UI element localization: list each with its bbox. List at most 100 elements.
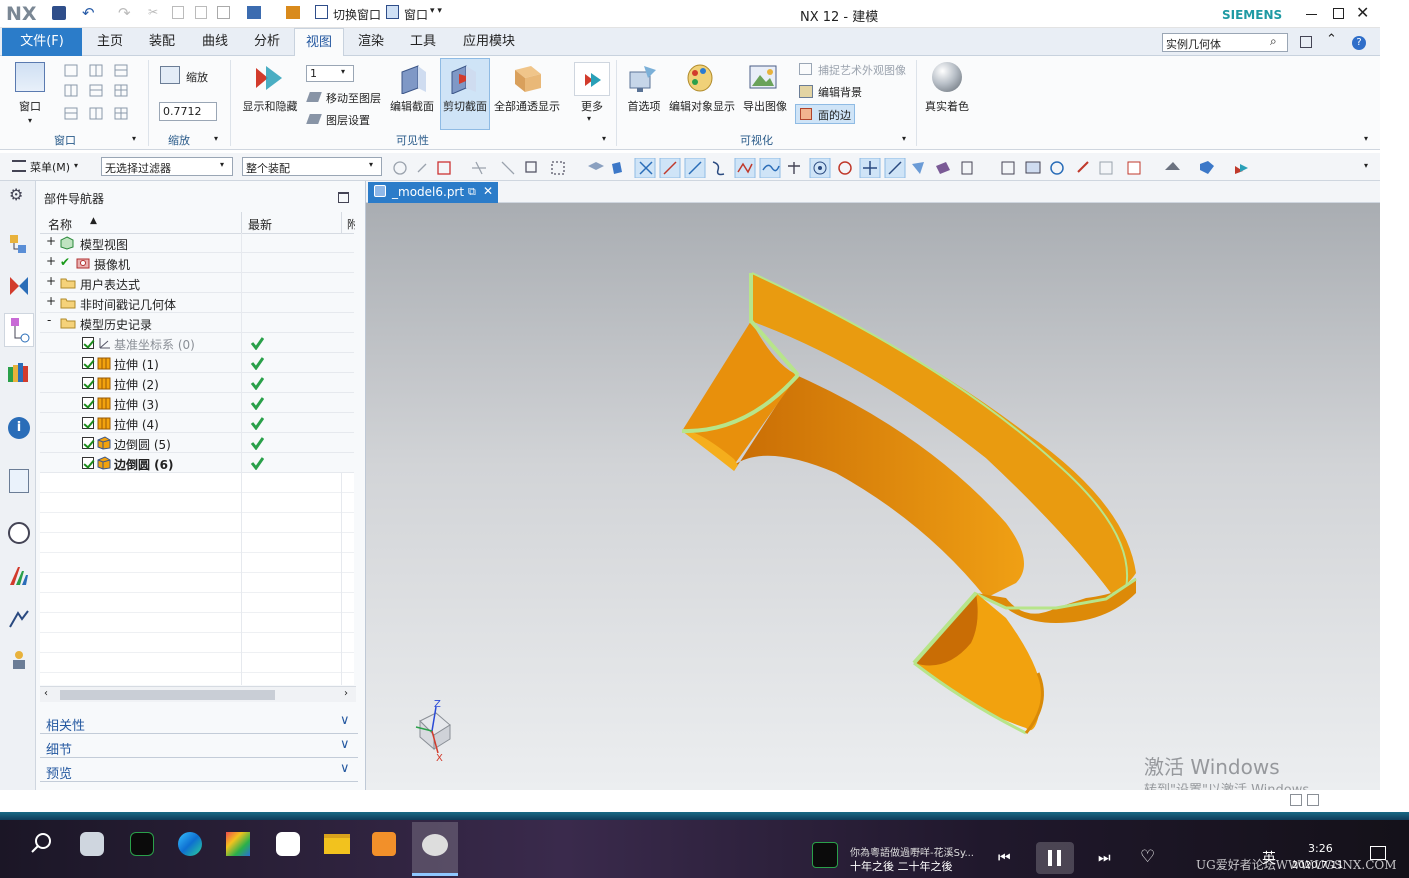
face-edges-button[interactable]: 面的边 <box>818 107 851 123</box>
app-icon-nx-active[interactable] <box>412 822 458 876</box>
tab-applications[interactable]: 应用模块 <box>454 28 524 56</box>
history-clock-icon[interactable] <box>8 522 30 544</box>
column-header-latest[interactable]: 最新 <box>248 216 272 233</box>
undock-icon[interactable]: ⧉ <box>468 185 476 199</box>
horizontal-scrollbar[interactable]: ‹ › <box>40 686 356 702</box>
fullscreen-icon[interactable] <box>1300 36 1312 48</box>
tree-row-extrude-1[interactable]: 拉伸 (1) <box>40 353 354 373</box>
selection-scope-select[interactable]: 整个装配 <box>242 157 382 176</box>
zoom-button[interactable]: 缩放 <box>186 69 208 85</box>
chevron-down-icon[interactable]: ▾ <box>220 160 224 169</box>
undo-icon[interactable]: ↶ <box>82 4 95 22</box>
paste-icon[interactable] <box>195 6 207 19</box>
save-icon[interactable] <box>52 6 66 20</box>
details-section[interactable]: 细节 ∨ <box>40 736 358 758</box>
app-icon-edge[interactable] <box>178 832 202 856</box>
chevron-down-icon[interactable]: ▾ <box>1364 161 1368 170</box>
graphics-window[interactable]: _model6.prt ⧉ ✕ ZX 激活 Windows 转到"设置"以激活 … <box>366 181 1380 798</box>
tab-render[interactable]: 渲染 <box>349 28 393 56</box>
tree-row-edge-blend-6[interactable]: 边倒圆 (6) <box>40 453 354 473</box>
work-layer-select[interactable]: 1 <box>306 65 354 82</box>
column-header-name[interactable]: 名称 <box>48 216 72 233</box>
layout-icon[interactable] <box>1307 794 1319 806</box>
help-icon[interactable]: ? <box>1352 36 1366 50</box>
chevron-down-icon[interactable]: ∨ <box>340 737 350 752</box>
window-button[interactable]: 窗口 <box>8 98 52 114</box>
tree-row-cameras[interactable]: + ✔ 摄像机 <box>40 253 354 273</box>
dependencies-section[interactable]: 相关性 ∨ <box>40 712 358 734</box>
maximize-panel-icon[interactable] <box>338 192 349 203</box>
info-icon[interactable]: i <box>8 417 30 439</box>
collapse-ribbon-icon[interactable]: ⌃ <box>1326 32 1337 47</box>
web-browser-icon[interactable] <box>9 469 29 493</box>
edit-section-button[interactable]: 编辑截面 <box>386 98 438 114</box>
app-icon-video-player[interactable] <box>372 832 396 856</box>
graphics-area[interactable]: ZX 激活 Windows 转到"设置"以激活 Windows。 <box>366 203 1380 798</box>
tab-analysis[interactable]: 分析 <box>245 28 289 56</box>
switch-window-icon[interactable] <box>315 5 328 19</box>
tree-row-model-history[interactable]: - 模型历史记录 <box>40 313 354 333</box>
heart-icon[interactable]: ♡ <box>1140 847 1155 867</box>
chevron-down-icon[interactable]: ▾ <box>341 67 345 76</box>
tab-view[interactable]: 视图 <box>294 28 344 56</box>
cut-icon[interactable]: ✂ <box>148 5 158 19</box>
tab-tools[interactable]: 工具 <box>401 28 445 56</box>
snap-tools[interactable] <box>390 157 1380 179</box>
app-icon-file-explorer[interactable] <box>324 834 350 854</box>
tree-row-edge-blend-5[interactable]: 边倒圆 (5) <box>40 433 354 453</box>
export-image-button[interactable]: 导出图像 <box>738 98 792 114</box>
tab-file[interactable]: 文件(F) <box>2 28 82 56</box>
part-navigator-tab[interactable] <box>4 313 34 347</box>
app-icon-baidu-netdisk[interactable] <box>276 832 300 856</box>
app-icon-music[interactable] <box>130 832 154 856</box>
system-material-icon[interactable] <box>8 565 30 587</box>
window-icon[interactable] <box>386 5 399 19</box>
zoom-scale-input[interactable]: 0.7712 <box>159 102 217 121</box>
checkbox[interactable] <box>82 337 94 349</box>
move-to-layer-button[interactable]: 移动至图层 <box>326 90 381 106</box>
chevron-down-icon[interactable]: ▾ ▾ <box>430 6 442 16</box>
tab-home[interactable]: 主页 <box>88 28 132 56</box>
switch-window-button[interactable]: 切换窗口 <box>333 6 381 23</box>
transform-icon[interactable] <box>247 6 261 19</box>
tree-row-extrude-2[interactable]: 拉伸 (2) <box>40 373 354 393</box>
layer-settings-button[interactable]: 图层设置 <box>326 112 370 128</box>
copy-icon[interactable] <box>172 6 184 19</box>
chevron-down-icon[interactable]: ▾ <box>28 116 32 125</box>
maximize-button[interactable] <box>1333 8 1344 19</box>
clock-time[interactable]: 3:26 <box>1308 842 1333 855</box>
chevron-down-icon[interactable]: ▾ <box>902 134 906 143</box>
close-button[interactable]: ✕ <box>1356 3 1369 22</box>
tree-row-unused-geometry[interactable]: + 非时间戳记几何体 <box>40 293 354 313</box>
tree-row-extrude-4[interactable]: 拉伸 (4) <box>40 413 354 433</box>
previous-track-button[interactable]: ⏮ <box>998 850 1011 866</box>
window-button[interactable]: 窗口 <box>404 6 428 23</box>
chevron-down-icon[interactable]: ∨ <box>340 713 350 728</box>
app-icon-pinwheel[interactable] <box>226 832 250 856</box>
tab-curve[interactable]: 曲线 <box>193 28 237 56</box>
search-icon[interactable]: ⌕ <box>1270 34 1277 49</box>
chevron-down-icon[interactable]: ▾ <box>74 161 78 170</box>
clip-section-button[interactable]: 剪切截面 <box>440 98 490 114</box>
chevron-down-icon[interactable]: ▾ <box>587 114 591 123</box>
preview-section[interactable]: 预览 ∨ <box>40 760 358 782</box>
gear-icon[interactable]: ⚙ <box>9 185 23 204</box>
edit-object-display-button[interactable]: 编辑对象显示 <box>668 98 736 114</box>
repeat-command-icon[interactable] <box>286 6 300 19</box>
close-tab-icon[interactable]: ✕ <box>483 184 493 198</box>
chevron-down-icon[interactable]: ▾ <box>369 160 373 169</box>
chevron-right-icon[interactable]: › <box>344 688 348 699</box>
roles-icon[interactable] <box>8 649 30 671</box>
chevron-down-icon[interactable]: ▾ <box>132 134 136 143</box>
sort-ascending-icon[interactable]: ▲ <box>90 216 97 226</box>
scrollbar-thumb[interactable] <box>60 690 275 700</box>
search-icon[interactable] <box>30 832 52 854</box>
redo-icon[interactable]: ↷ <box>118 4 131 22</box>
capture-art-button[interactable]: 捕捉艺术外观图像 <box>818 62 906 78</box>
more-button[interactable]: 更多 <box>572 98 612 114</box>
chevron-down-icon[interactable]: ▾ <box>1364 134 1368 143</box>
next-track-button[interactable]: ⏭ <box>1098 850 1111 866</box>
tab-assembly[interactable]: 装配 <box>140 28 184 56</box>
chevron-down-icon[interactable]: ▾ <box>602 134 606 143</box>
type-filter-select[interactable]: 无选择过滤器 <box>101 157 233 176</box>
